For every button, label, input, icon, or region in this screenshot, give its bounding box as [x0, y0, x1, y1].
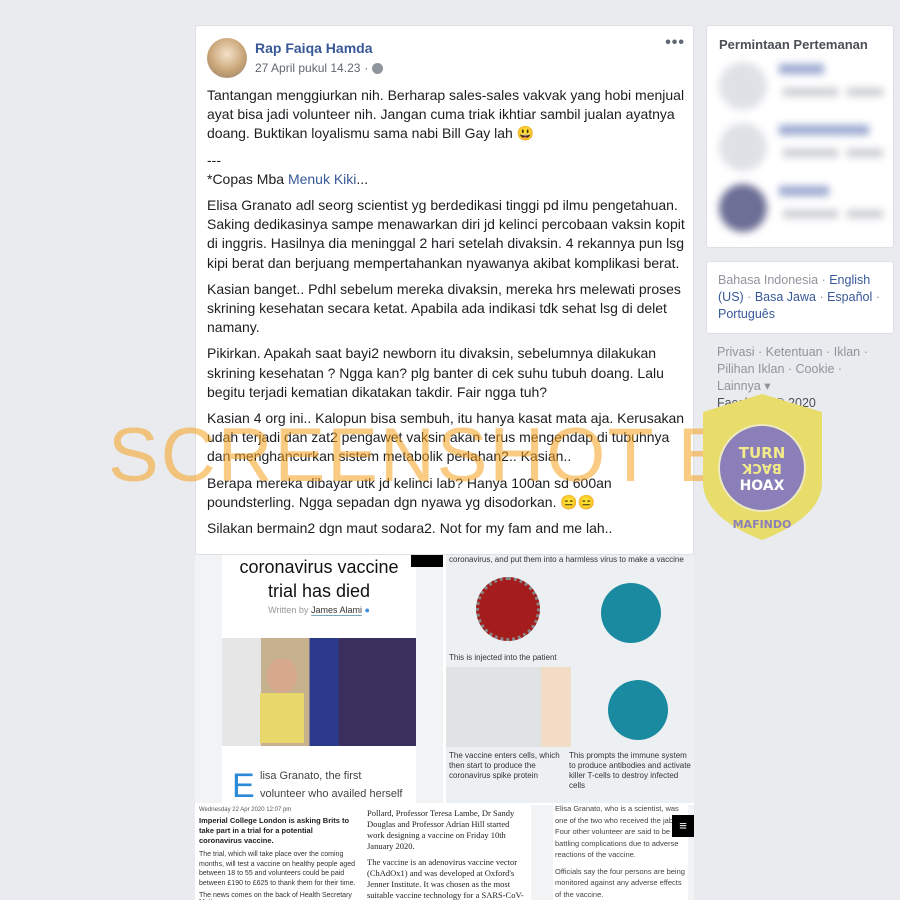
- cell-icon: [601, 583, 661, 643]
- copas-prefix: *Copas Mba: [207, 170, 288, 187]
- clip-body: Officials say the four persons are being…: [555, 866, 685, 899]
- svg-text:HOAX: HOAX: [740, 478, 785, 494]
- dropcap: E: [232, 767, 255, 803]
- headline-line: trial has died: [267, 581, 371, 601]
- paragraph: Silakan bermain2 dgn maut sodara2. Not f…: [207, 520, 613, 537]
- photo-vaccine-diagram[interactable]: coronavirus, and put them into a harmles…: [446, 555, 694, 803]
- footer-link[interactable]: Privasi: [717, 345, 755, 359]
- post-photo-grid: coronavirus vaccine trial has died Writte…: [195, 555, 694, 900]
- paragraph: ---: [207, 151, 221, 168]
- copas-line: *Copas Mba Menuk Kiki...: [207, 170, 689, 189]
- excerpt-line: volunteer who availed herself: [260, 788, 403, 800]
- svg-text:MAFINDO: MAFINDO: [733, 518, 792, 531]
- post-card: Rap Faiqa Hamda 27 April pukul 14.23 · •…: [195, 25, 694, 555]
- photo-news-clip-2[interactable]: Pollard, Professor Teresa Lambe, Dr Sand…: [363, 805, 528, 900]
- clip-body: The vaccine is an adenovirus vaccine vec…: [367, 857, 524, 900]
- paragraph: Kasian banget.. Pdhl sebelum mereka diva…: [207, 280, 681, 336]
- footer-link[interactable]: Ketentuan: [766, 345, 823, 359]
- author-avatar[interactable]: [207, 38, 247, 78]
- diagram-caption: This prompts the immune system to produc…: [569, 751, 691, 790]
- paragraph: Elisa Granato adl seorg scientist yg ber…: [207, 197, 685, 271]
- footer-link[interactable]: Iklan: [834, 345, 860, 359]
- paragraph: Tantangan menggiurkan nih. Berharap sale…: [207, 87, 685, 142]
- friend-requests-title[interactable]: Permintaan Pertemanan: [719, 37, 868, 52]
- photo-volunteer-injection: [222, 638, 416, 746]
- separator: ·: [364, 61, 369, 75]
- footer-link[interactable]: Cookie: [796, 362, 835, 376]
- byline-prefix: Written by: [268, 605, 311, 615]
- language-panel: Bahasa Indonesia · English (US) · Basa J…: [706, 261, 894, 334]
- language-list: Bahasa Indonesia · English (US) · Basa J…: [718, 273, 880, 321]
- post-body: Tantangan menggiurkan nih. Berharap sale…: [207, 86, 689, 545]
- article-byline: Written by James Alami ●: [222, 605, 416, 616]
- clip-body: Pollard, Professor Teresa Lambe, Dr Sand…: [367, 808, 515, 851]
- virus-icon: [476, 577, 540, 641]
- mention-link[interactable]: Menuk Kiki: [288, 171, 356, 187]
- svg-text:TURN: TURN: [739, 444, 786, 462]
- globe-icon[interactable]: [372, 62, 384, 74]
- clip-body: Elisa Granato, who is a scientist, was o…: [555, 805, 679, 859]
- cell-icon: [608, 680, 668, 740]
- paragraph: Kasian 4 org ini.. Kalopun bisa sembuh, …: [207, 410, 685, 465]
- more-options-button[interactable]: •••: [665, 34, 685, 52]
- footer-link[interactable]: Pilihan Iklan: [717, 362, 784, 376]
- language-link[interactable]: Basa Jawa: [755, 290, 816, 304]
- svg-text:BACK: BACK: [741, 460, 782, 475]
- right-column: Permintaan Pertemanan Bahasa Indonesia ·…: [706, 25, 894, 412]
- friend-requests-panel: Permintaan Pertemanan: [706, 25, 894, 248]
- language-current: Bahasa Indonesia: [718, 273, 819, 287]
- article-excerpt: lisa Granato, the first volunteer who ava…: [260, 767, 402, 803]
- copas-suffix[interactable]: ...: [356, 171, 368, 187]
- photo-article[interactable]: coronavirus vaccine trial has died Writte…: [195, 555, 443, 803]
- footer-link[interactable]: Lainnya ▾: [717, 379, 771, 393]
- post-meta: 27 April pukul 14.23 ·: [255, 61, 384, 75]
- photo-news-clip-3[interactable]: Elisa Granato, who is a scientist, was o…: [531, 805, 694, 900]
- verified-icon: ●: [364, 605, 370, 615]
- black-bar: [411, 555, 443, 567]
- arm-illustration: [446, 667, 571, 747]
- author-name[interactable]: Rap Faiqa Hamda: [255, 40, 372, 56]
- paragraph: Pikirkan. Apakah saat bayi2 newborn itu …: [207, 345, 664, 400]
- diagram-caption: This is injected into the patient: [449, 653, 557, 662]
- diagram-caption: The vaccine enters cells, which then sta…: [449, 751, 560, 780]
- clip-body: The trial, which will take place over th…: [199, 851, 356, 887]
- headline-line: coronavirus vaccine: [239, 557, 399, 577]
- article-headline: coronavirus vaccine trial has died: [222, 555, 416, 603]
- paragraph: Berapa mereka dibayar utk jd kelinci lab…: [207, 474, 612, 510]
- language-link[interactable]: Português: [718, 307, 775, 321]
- photo-news-clip-1[interactable]: Wednesday 22 Apr 2020 12:07 pm Imperial …: [195, 805, 360, 900]
- mafindo-logo: TURN BACK HOAX MAFINDO: [703, 394, 822, 540]
- excerpt-line: lisa Granato, the first: [260, 770, 362, 782]
- clip-body: The news comes on the back of Health Sec…: [199, 892, 352, 900]
- clip-headline: Imperial College London is asking Brits …: [199, 816, 350, 845]
- byline-author: James Alami: [310, 605, 362, 616]
- menu-icon: ≡: [672, 815, 694, 837]
- diagram-caption: coronavirus, and put them into a harmles…: [449, 555, 684, 564]
- post-timestamp[interactable]: 27 April pukul 14.23: [255, 61, 360, 75]
- language-link[interactable]: Español: [827, 290, 872, 304]
- clip-date: Wednesday 22 Apr 2020 12:07 pm: [199, 807, 292, 813]
